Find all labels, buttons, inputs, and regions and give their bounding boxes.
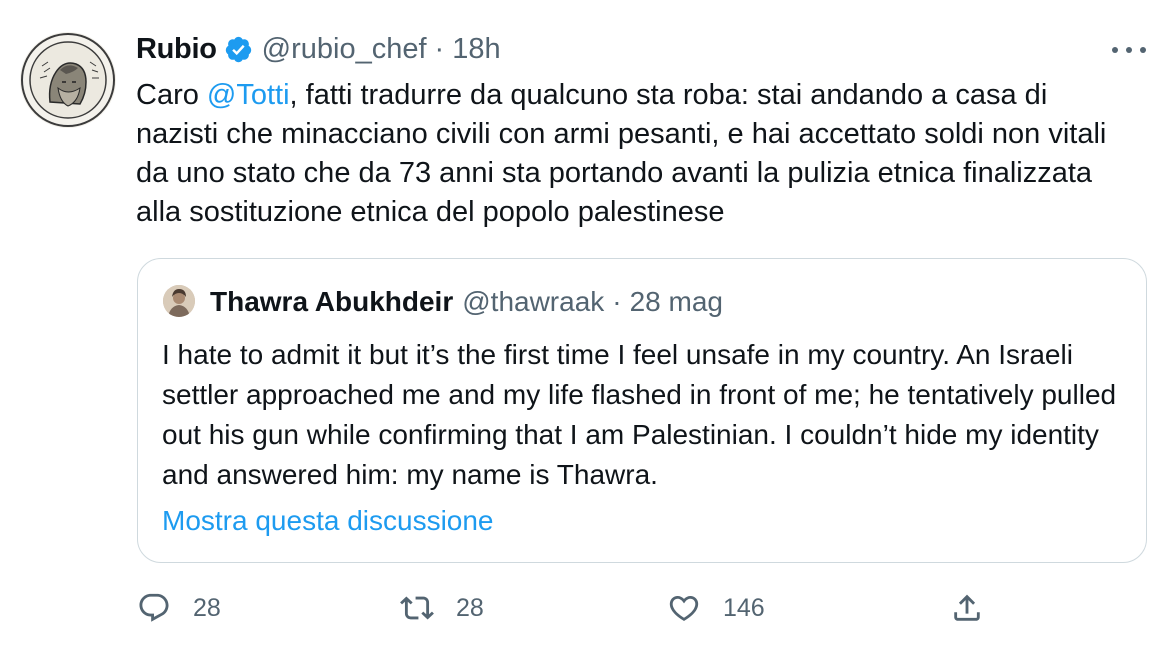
show-thread-link[interactable]: Mostra questa discussione <box>162 503 494 539</box>
header-separator: · <box>434 32 445 65</box>
verified-badge-icon <box>224 35 253 64</box>
heart-icon <box>669 595 699 621</box>
tweet-actions: 28 28 146 <box>0 588 1176 628</box>
tweet-timestamp[interactable]: 18h <box>452 33 500 66</box>
retweet-icon <box>400 596 434 620</box>
more-dot <box>1126 47 1132 53</box>
quoted-author-handle[interactable]: @thawraak <box>462 286 604 318</box>
tweet[interactable]: Rubio @rubio_chef · 18h Caro @Totti, fat… <box>0 0 1176 654</box>
share-icon <box>954 594 980 621</box>
tweet-header: Rubio @rubio_chef · 18h <box>136 29 501 69</box>
reply-button[interactable]: 28 <box>137 588 221 628</box>
more-dot <box>1112 47 1118 53</box>
more-dot <box>1140 47 1146 53</box>
quoted-tweet-header: Thawra Abukhdeir @thawraak · 28 mag <box>210 285 723 319</box>
quoted-author-avatar[interactable] <box>163 285 195 317</box>
reply-icon <box>139 593 169 622</box>
author-avatar[interactable] <box>20 32 116 128</box>
quoted-tweet-text: I hate to admit it but it’s the first ti… <box>162 339 1117 490</box>
tweet-text-intro: Caro <box>136 79 207 111</box>
quoted-author-name[interactable]: Thawra Abukhdeir <box>210 286 453 318</box>
retweet-count: 28 <box>456 593 484 622</box>
portrait-medallion-icon <box>21 33 115 127</box>
tweet-text: Caro @Totti, fatti tradurre da qualcuno … <box>136 76 1136 232</box>
profile-photo-icon <box>163 285 195 317</box>
quoted-tweet-timestamp[interactable]: 28 mag <box>630 286 723 318</box>
quoted-header-separator: · <box>612 286 622 317</box>
author-name[interactable]: Rubio <box>136 33 217 66</box>
like-count: 146 <box>723 593 765 622</box>
mention-link[interactable]: @Totti <box>207 79 290 111</box>
retweet-button[interactable]: 28 <box>400 588 484 628</box>
reply-count: 28 <box>193 593 221 622</box>
author-handle[interactable]: @rubio_chef <box>262 33 427 66</box>
quoted-tweet[interactable]: Thawra Abukhdeir @thawraak · 28 mag I ha… <box>137 258 1147 563</box>
share-button[interactable] <box>950 588 984 628</box>
like-button[interactable]: 146 <box>667 588 765 628</box>
more-horizontal-icon[interactable] <box>1112 40 1146 60</box>
